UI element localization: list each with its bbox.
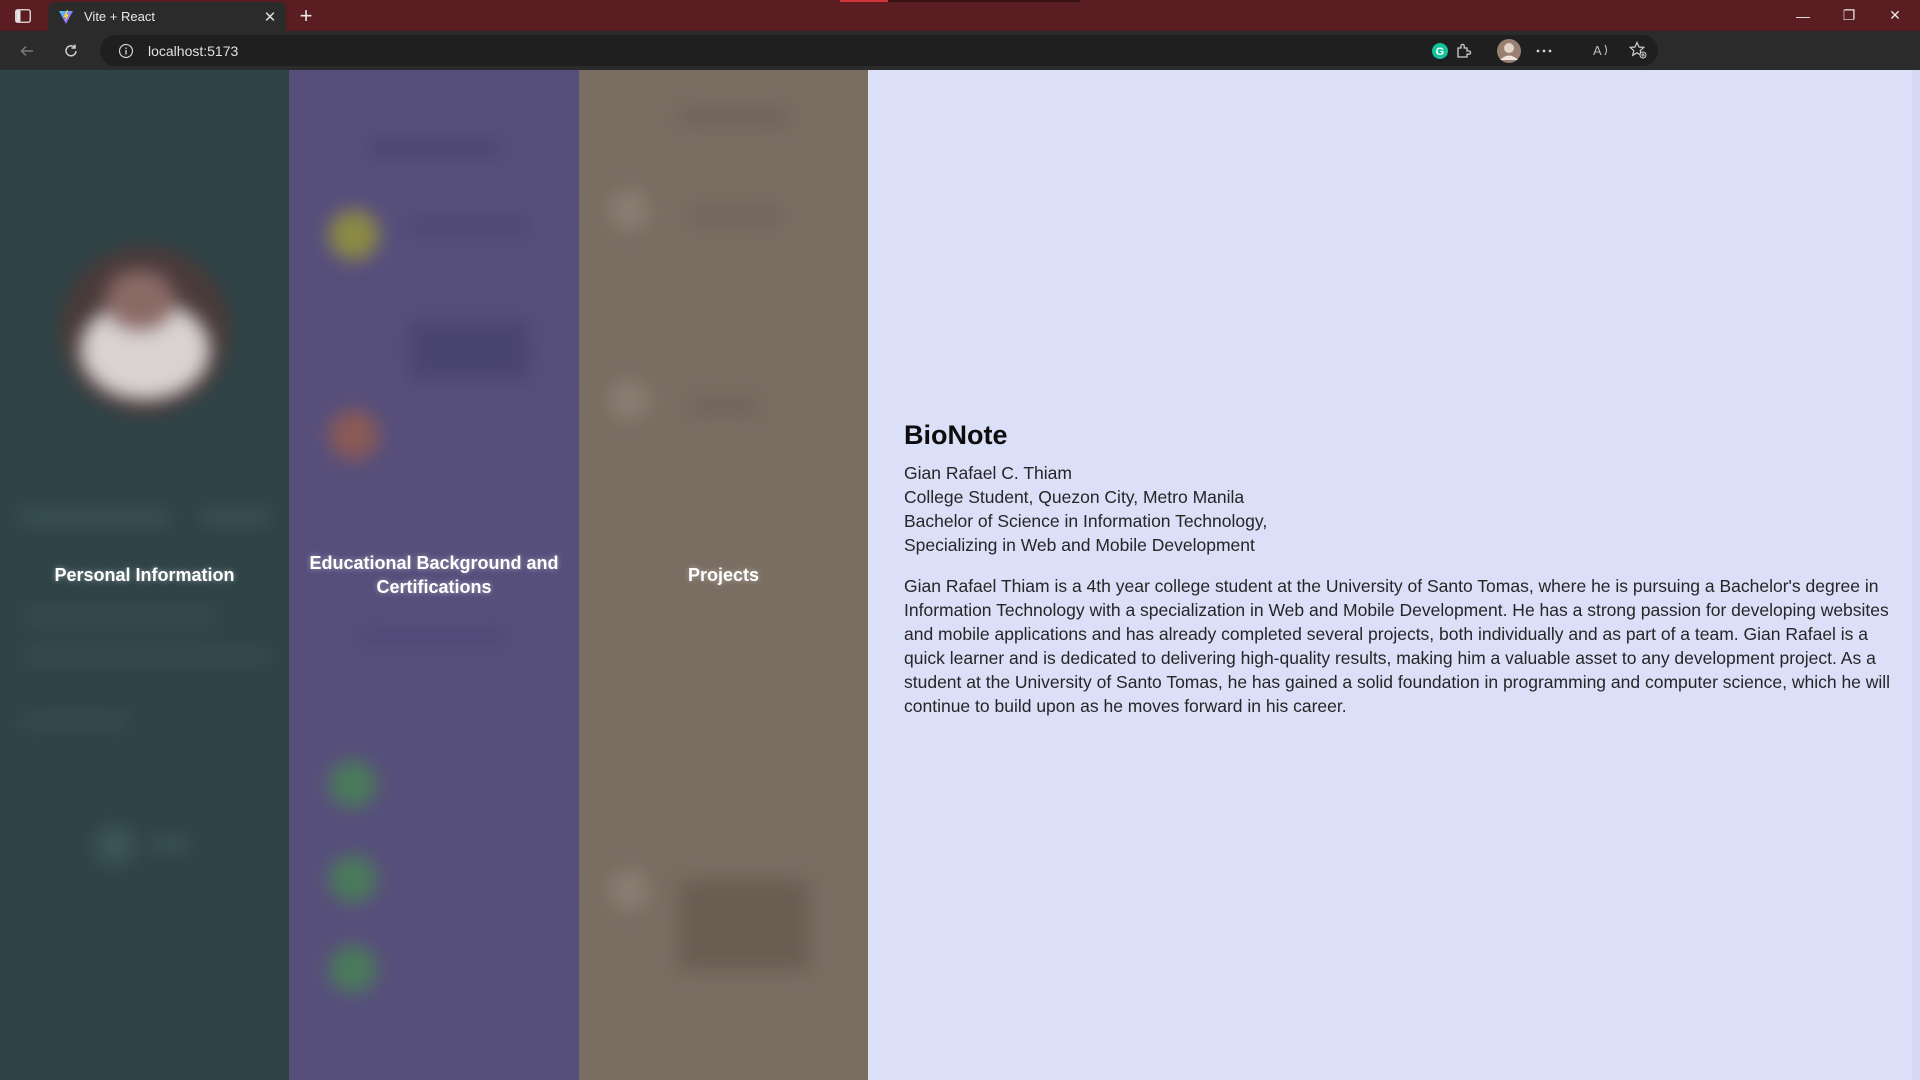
add-favorite-icon[interactable]: [1628, 40, 1648, 60]
browser-toolbar: localhost:5173 A G: [0, 31, 1920, 70]
grammarly-icon[interactable]: G: [1430, 41, 1450, 61]
panel-personal-information[interactable]: Personal Information: [0, 70, 289, 1080]
tab-vite-react[interactable]: Vite + React ✕: [48, 2, 286, 31]
read-aloud-icon[interactable]: A: [1592, 40, 1612, 60]
more-menu-icon[interactable]: [1534, 41, 1554, 61]
tab-title: Vite + React: [84, 9, 155, 24]
extensions-icon[interactable]: [1454, 41, 1474, 61]
titlebar-accent: [840, 0, 1080, 2]
new-tab-button[interactable]: +: [295, 5, 317, 27]
address-bar[interactable]: localhost:5173 A: [100, 35, 1658, 66]
svg-text:A: A: [1593, 43, 1602, 58]
bionote-degree: Bachelor of Science in Information Techn…: [904, 511, 1268, 531]
restore-button[interactable]: ❐: [1826, 0, 1872, 31]
panel-educational-background[interactable]: Educational Background and Certification…: [289, 70, 579, 1080]
svg-text:G: G: [1436, 46, 1445, 58]
reload-icon[interactable]: [59, 39, 83, 63]
bionote-section: BioNote Gian Rafael C. Thiam College Stu…: [868, 70, 1920, 1080]
bionote-heading: BioNote: [904, 420, 1008, 450]
bionote-paragraph: Gian Rafael Thiam is a 4th year college …: [904, 576, 1891, 716]
browser-titlebar: Vite + React ✕ + — ❐ ✕: [0, 0, 1920, 31]
panel-title: Personal Information: [54, 565, 235, 585]
url-text: localhost:5173: [148, 42, 239, 59]
vite-logo-icon: [58, 9, 74, 25]
info-icon[interactable]: [118, 43, 134, 59]
bionote-name: Gian Rafael C. Thiam: [904, 463, 1072, 483]
panel-projects[interactable]: Projects: [579, 70, 868, 1080]
minimize-button[interactable]: —: [1780, 0, 1826, 31]
panel-title: Projects: [687, 565, 760, 585]
bionote-specialization: Specializing in Web and Mobile Developme…: [904, 535, 1255, 555]
panel-title: Educational Background and Certification…: [309, 553, 559, 597]
sidebar-toggle-icon[interactable]: [12, 7, 34, 25]
close-window-button[interactable]: ✕: [1872, 0, 1918, 31]
page-viewport: Personal Information Educational Backgro…: [0, 70, 1920, 1080]
scrollbar[interactable]: [1912, 70, 1920, 1080]
back-arrow-icon[interactable]: [15, 39, 39, 63]
bionote-location: College Student, Quezon City, Metro Mani…: [904, 487, 1245, 507]
profile-avatar[interactable]: [1496, 38, 1522, 64]
close-tab-icon[interactable]: ✕: [258, 5, 282, 29]
